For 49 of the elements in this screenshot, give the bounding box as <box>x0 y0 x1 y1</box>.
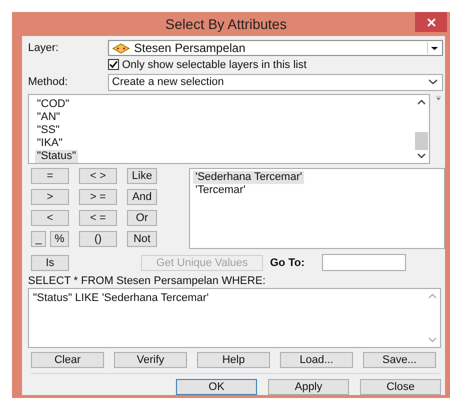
layer-icon <box>112 42 130 54</box>
query-label: SELECT * FROM Stesen Persampelan WHERE: <box>28 275 267 288</box>
layer-label: Layer: <box>28 42 60 54</box>
field-item[interactable]: "Status" <box>35 150 78 163</box>
close-button[interactable] <box>415 12 447 32</box>
operator-button[interactable]: Like <box>127 168 157 184</box>
operator-button[interactable]: < = <box>79 210 117 226</box>
expression-button[interactable]: Help <box>197 352 270 368</box>
values-list[interactable]: 'Sederhana Tercemar' 'Tercemar' <box>189 168 445 250</box>
dialog-button[interactable]: OK <box>176 379 257 396</box>
expression-text: "Status" LIKE 'Sederhana Tercemar' <box>33 292 209 304</box>
operator-button[interactable]: _ <box>31 230 46 247</box>
operator-button[interactable]: Not <box>127 230 157 247</box>
operator-button[interactable]: < <box>31 210 69 226</box>
dialog-button[interactable]: Apply <box>268 379 349 396</box>
close-icon <box>426 18 436 26</box>
operator-button[interactable]: > <box>31 188 69 205</box>
checkbox[interactable] <box>108 59 119 70</box>
field-item[interactable]: "IKA" <box>35 136 65 150</box>
value-item[interactable]: 'Tercemar' <box>193 184 248 197</box>
operator-button[interactable]: = <box>31 168 69 184</box>
operator-button[interactable]: () <box>79 230 117 247</box>
dialog-button[interactable]: Close <box>360 379 441 396</box>
window-title: Select By Attributes <box>165 16 287 32</box>
operator-button[interactable]: > = <box>79 188 117 205</box>
chevron-down-icon <box>427 78 439 86</box>
scroll-up-icon[interactable] <box>417 98 426 105</box>
expression-button[interactable]: Load... <box>280 352 353 368</box>
go-to-label: Go To: <box>270 256 306 269</box>
operator-button[interactable]: Is <box>31 254 69 271</box>
scroll-down-icon[interactable] <box>417 152 426 159</box>
value-item[interactable]: 'Sederhana Tercemar' <box>193 170 304 184</box>
expression-button[interactable]: Verify <box>114 352 187 368</box>
expression-button[interactable]: Clear <box>31 352 104 368</box>
operator-button[interactable]: % <box>50 230 69 247</box>
operator-button[interactable]: < > <box>79 168 117 184</box>
checkbox-label: Only show selectable layers in this list <box>122 58 307 71</box>
field-item[interactable]: "AN" <box>35 110 62 124</box>
expression-button[interactable]: Save... <box>363 352 436 368</box>
scrollbar-thumb[interactable] <box>415 132 428 150</box>
field-list[interactable]: "COD" "AN" "SS" "IKA" "Status" <box>28 94 430 164</box>
operator-button[interactable]: Or <box>127 210 157 226</box>
go-to-field[interactable] <box>322 254 406 272</box>
field-item[interactable]: "COD" <box>35 98 72 111</box>
method-label: Method: <box>28 76 69 88</box>
layer-dropdown[interactable]: Stesen Persampelan <box>108 40 443 56</box>
field-item[interactable]: "SS" <box>35 124 62 137</box>
method-dropdown[interactable]: Create a new selection <box>108 74 443 91</box>
operator-button[interactable]: And <box>127 188 157 205</box>
